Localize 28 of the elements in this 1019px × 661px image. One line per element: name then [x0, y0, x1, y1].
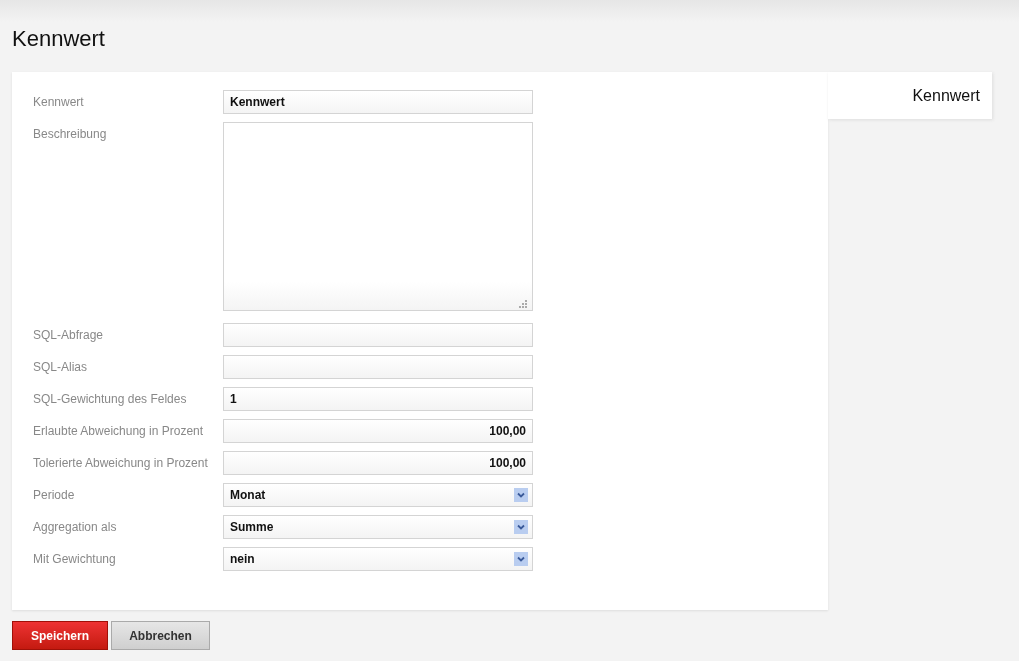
cancel-button[interactable]: Abbrechen [111, 621, 210, 650]
chevron-down-icon [514, 488, 528, 502]
input-field[interactable] [223, 323, 533, 347]
field-label: Erlaubte Abweichung in Prozent [33, 423, 205, 438]
input-field[interactable] [223, 355, 533, 379]
input-field[interactable]: Kennwert [223, 90, 533, 114]
save-button[interactable]: Speichern [12, 621, 108, 650]
field-label: SQL-Gewichtung des Feldes [33, 391, 188, 406]
field-label: SQL-Abfrage [33, 327, 105, 342]
dropdown[interactable]: Monat [223, 483, 533, 507]
dropdown[interactable]: nein [223, 547, 533, 571]
input-field[interactable]: 100,00 [223, 419, 533, 443]
chevron-down-icon [514, 520, 528, 534]
field-label: Kennwert [33, 94, 85, 109]
input-field[interactable]: 1 [223, 387, 533, 411]
text-area[interactable] [223, 122, 533, 311]
field-label: Mit Gewichtung [33, 551, 117, 566]
side-tab[interactable]: Kennwert [828, 72, 992, 119]
chevron-down-icon [514, 552, 528, 566]
input-field[interactable]: 100,00 [223, 451, 533, 475]
field-label: SQL-Alias [33, 359, 89, 374]
field-label: Periode [33, 487, 76, 502]
field-label: Beschreibung [33, 126, 108, 141]
resize-grip-icon[interactable] [519, 300, 527, 308]
field-label: Tolerierte Abweichung in Prozent [33, 455, 209, 470]
dropdown[interactable]: Summe [223, 515, 533, 539]
page-title: Kennwert [12, 25, 105, 52]
field-label: Aggregation als [33, 519, 118, 534]
